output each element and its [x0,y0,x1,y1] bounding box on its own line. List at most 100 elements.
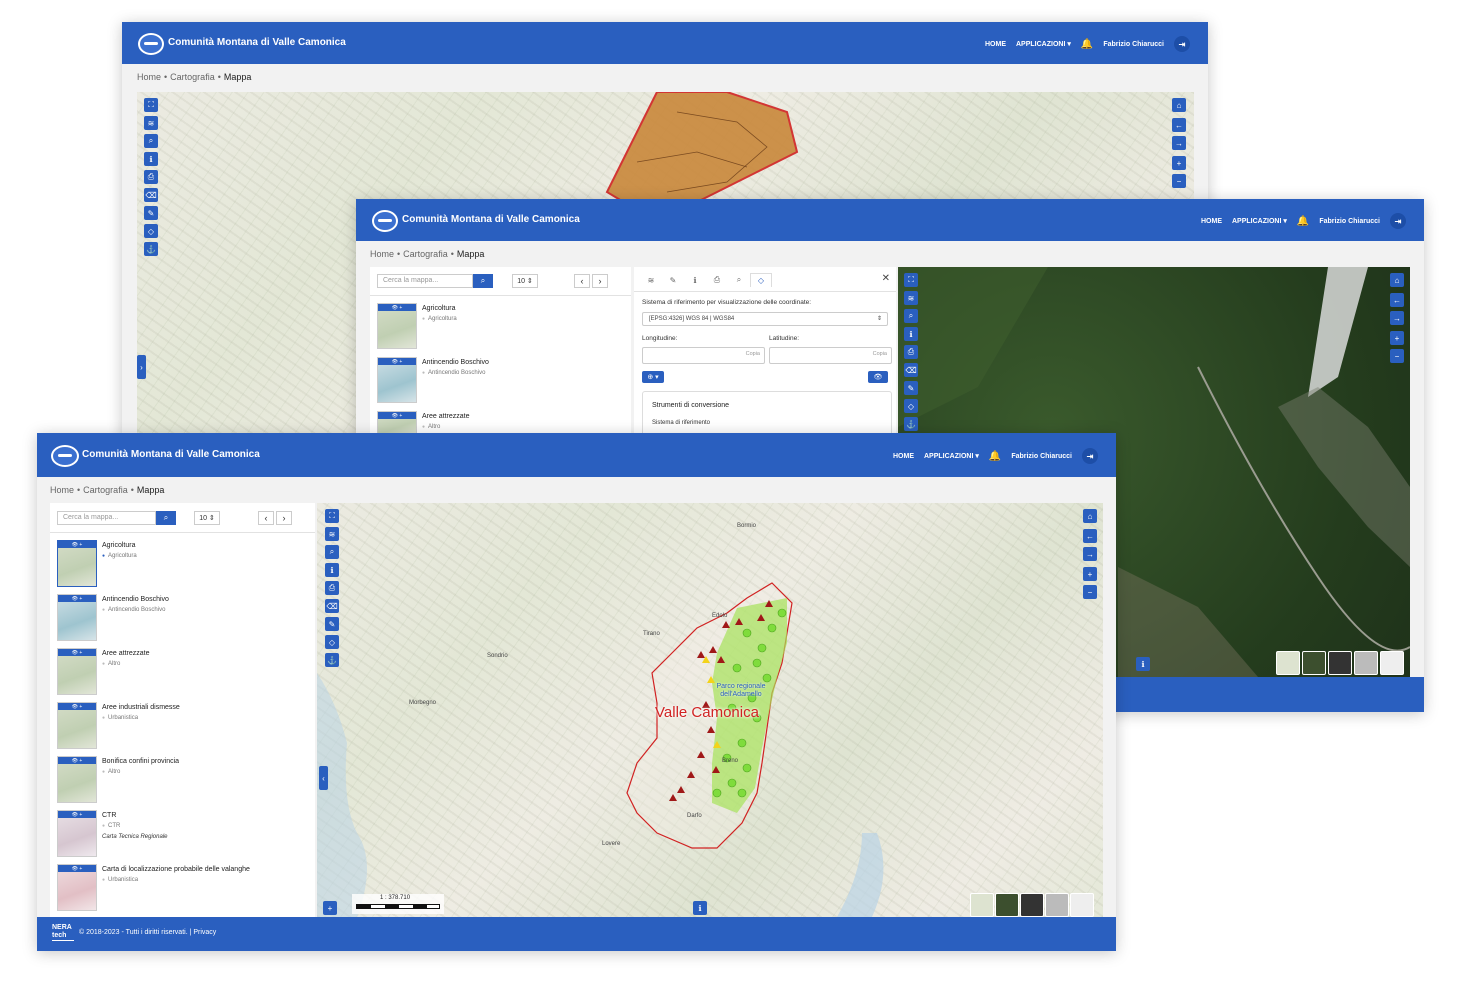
anchor-icon[interactable]: ⚓ [144,242,158,256]
arrow-right-icon[interactable]: → [1083,547,1097,561]
info-icon[interactable]: ℹ [904,327,918,341]
nav-applicazioni[interactable]: APPLICAZIONI ▾ [1016,40,1071,48]
basemap-none[interactable] [1380,651,1404,675]
info-icon[interactable]: ℹ [1136,657,1150,671]
anchor-icon[interactable]: ⚓ [325,653,339,667]
close-icon[interactable]: ✕ [882,273,890,284]
coordinates-icon[interactable]: ◇ [904,399,918,413]
arrow-left-icon[interactable]: ← [1083,529,1097,543]
crs-select[interactable]: [EPSG:4326] WGS 84 | WGS84 ⇕ [642,312,888,326]
anchor-icon[interactable]: ⚓ [904,417,918,431]
zoom-in-icon[interactable]: + [1390,331,1404,345]
zoom-out-icon[interactable]: − [1390,349,1404,363]
sidebar-toggle-icon[interactable]: ‹ [319,766,328,790]
page-size-select[interactable]: 10 ⇕ [194,511,220,525]
show-eye-icon[interactable]: 👁 [868,371,888,383]
map-canvas[interactable]: Valle Camonica Parco regionale dell'Adam… [317,503,1103,917]
logout-icon[interactable]: ⇥ [1082,448,1098,464]
breadcrumb-cartografia[interactable]: Cartografia [170,72,215,82]
page-size-select[interactable]: 10 ⇕ [512,274,538,288]
expand-icon[interactable]: ⛶ [144,98,158,112]
search-button[interactable]: ⌕ [473,274,493,288]
print-icon[interactable]: ⎙ [144,170,158,184]
breadcrumb-home[interactable]: Home [370,249,394,259]
breadcrumb-home[interactable]: Home [50,485,74,495]
breadcrumb-cartografia[interactable]: Cartografia [83,485,128,495]
expand-bottom-icon[interactable]: + [323,901,337,915]
tab-pencil-icon[interactable]: ✎ [662,273,684,287]
basemap-satellite[interactable] [995,893,1019,917]
search-icon[interactable]: ⌕ [904,309,918,323]
layers-icon[interactable]: ≋ [904,291,918,305]
basemap-dark[interactable] [1020,893,1044,917]
pencil-icon[interactable]: ✎ [325,617,339,631]
layers-icon[interactable]: ≋ [325,527,339,541]
info-icon[interactable]: ℹ [325,563,339,577]
eraser-icon[interactable]: ⌫ [325,599,339,613]
home-icon[interactable]: ⌂ [1390,273,1404,287]
search-icon[interactable]: ⌕ [144,134,158,148]
zoom-out-icon[interactable]: − [1172,174,1186,188]
info-icon[interactable]: ℹ [144,152,158,166]
longitude-field[interactable]: Copia [642,347,765,364]
basemap-light[interactable] [970,893,994,917]
basemap-dark[interactable] [1328,651,1352,675]
arrow-left-icon[interactable]: ← [1390,293,1404,307]
next-page-button[interactable]: › [592,274,608,288]
coordinates-icon[interactable]: ◇ [144,224,158,238]
home-icon[interactable]: ⌂ [1083,509,1097,523]
copy-button[interactable]: Copia [746,351,760,357]
eraser-icon[interactable]: ⌫ [144,188,158,202]
footer-text[interactable]: © 2018-2023 - Tutti i diritti riservati.… [79,929,216,936]
sidebar-toggle-icon[interactable]: › [137,355,146,379]
info-icon[interactable]: ℹ [693,901,707,915]
arrow-right-icon[interactable]: → [1390,311,1404,325]
coordinates-icon[interactable]: ◇ [325,635,339,649]
breadcrumb-home[interactable]: Home [137,72,161,82]
search-button[interactable]: ⌕ [156,511,176,525]
expand-icon[interactable]: ⛶ [325,509,339,523]
print-icon[interactable]: ⎙ [904,345,918,359]
layers-icon[interactable]: ≋ [144,116,158,130]
prev-page-button[interactable]: ‹ [258,511,274,525]
prev-page-button[interactable]: ‹ [574,274,590,288]
nav-applicazioni[interactable]: APPLICAZIONI ▾ [924,452,979,460]
zoom-in-icon[interactable]: + [1172,156,1186,170]
arrow-left-icon[interactable]: ← [1172,118,1186,132]
nav-home[interactable]: HOME [985,41,1006,48]
logout-icon[interactable]: ⇥ [1390,213,1406,229]
bell-icon[interactable]: 🔔 [989,451,1001,462]
eraser-icon[interactable]: ⌫ [904,363,918,377]
basemap-grey[interactable] [1354,651,1378,675]
tab-coordinates-icon[interactable]: ◇ [750,273,772,287]
zoom-out-icon[interactable]: − [1083,585,1097,599]
search-input[interactable]: Cerca la mappa... [57,511,156,525]
logout-icon[interactable]: ⇥ [1174,36,1190,52]
search-icon[interactable]: ⌕ [325,545,339,559]
tab-search-icon[interactable]: ⌕ [728,273,750,287]
bell-icon[interactable]: 🔔 [1081,39,1093,50]
arrow-right-icon[interactable]: → [1172,136,1186,150]
basemap-none[interactable] [1070,893,1094,917]
nav-applicazioni[interactable]: APPLICAZIONI ▾ [1232,217,1287,225]
expand-icon[interactable]: ⛶ [904,273,918,287]
nav-home[interactable]: HOME [893,453,914,460]
basemap-grey[interactable] [1045,893,1069,917]
copy-button[interactable]: Copia [873,351,887,357]
tab-info-icon[interactable]: ℹ [684,273,706,287]
tab-print-icon[interactable]: ⎙ [706,273,728,287]
next-page-button[interactable]: › [276,511,292,525]
basemap-satellite[interactable] [1302,651,1326,675]
pencil-icon[interactable]: ✎ [904,381,918,395]
breadcrumb-cartografia[interactable]: Cartografia [403,249,448,259]
nav-home[interactable]: HOME [1201,218,1222,225]
bell-icon[interactable]: 🔔 [1297,216,1309,227]
pencil-icon[interactable]: ✎ [144,206,158,220]
pick-point-button[interactable]: ⊕ ▾ [642,371,664,383]
print-icon[interactable]: ⎙ [325,581,339,595]
search-input[interactable]: Cerca la mappa... [377,274,473,288]
tab-layers-icon[interactable]: ≋ [640,273,662,287]
zoom-in-icon[interactable]: + [1083,567,1097,581]
latitude-field[interactable]: Copia [769,347,892,364]
home-icon[interactable]: ⌂ [1172,98,1186,112]
